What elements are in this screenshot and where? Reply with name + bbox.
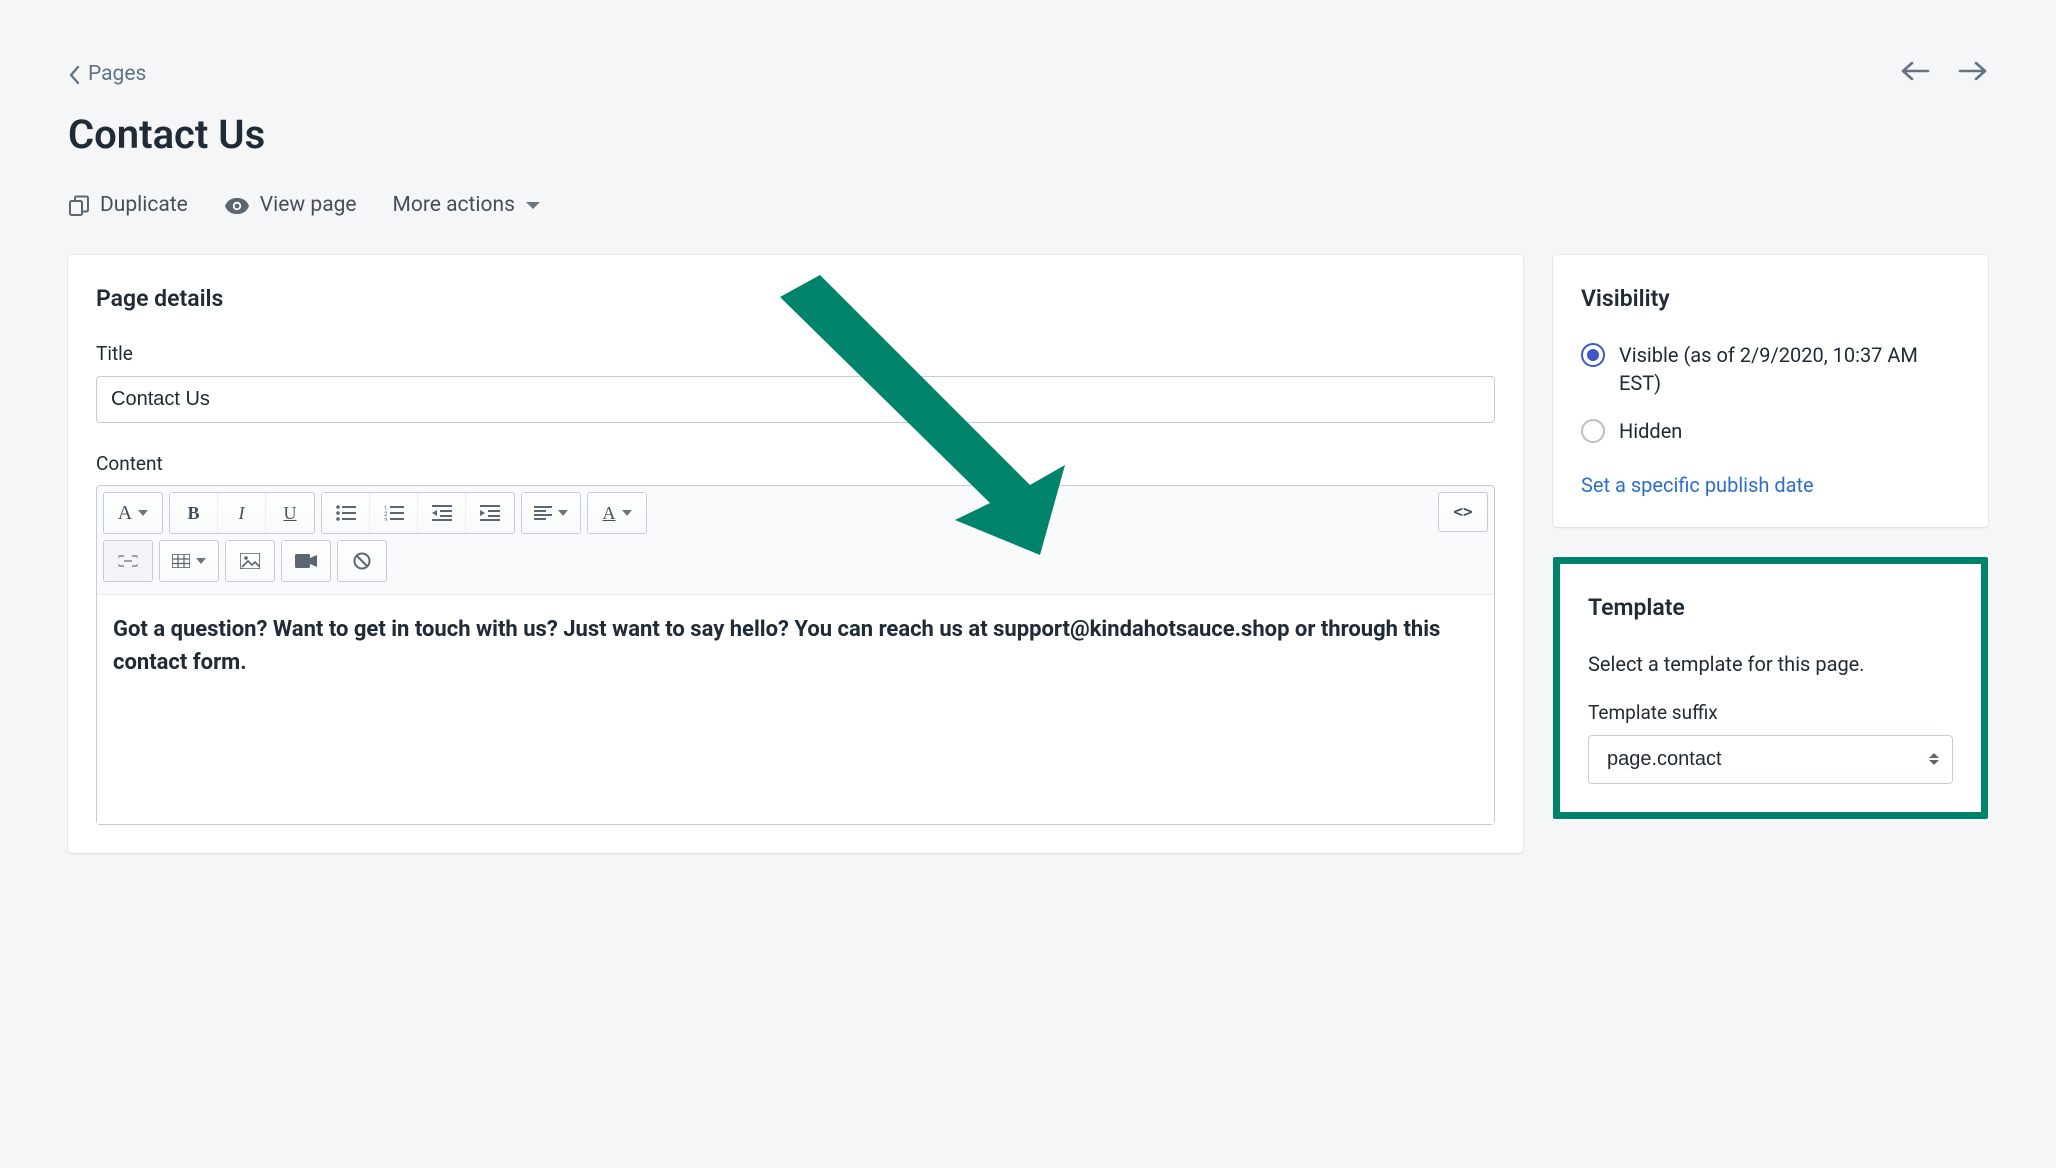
duplicate-icon bbox=[68, 195, 90, 217]
table-icon bbox=[172, 554, 190, 568]
more-actions-button[interactable]: More actions bbox=[393, 191, 541, 220]
visibility-visible-radio[interactable]: Visible (as of 2/9/2020, 10:37 AM EST) bbox=[1581, 341, 1960, 397]
set-publish-date-link[interactable]: Set a specific publish date bbox=[1581, 471, 1814, 499]
title-input[interactable] bbox=[96, 376, 1495, 423]
align-left-icon bbox=[534, 506, 552, 520]
template-suffix-select[interactable] bbox=[1588, 735, 1953, 784]
indent-button[interactable] bbox=[466, 493, 514, 533]
link-icon bbox=[118, 555, 138, 567]
image-icon bbox=[240, 553, 260, 569]
content-body[interactable]: Got a question? Want to get in touch wit… bbox=[97, 594, 1494, 824]
video-button[interactable] bbox=[282, 541, 330, 581]
code-view-toggle[interactable]: <> bbox=[1438, 492, 1488, 532]
numbered-list-button[interactable]: 123 bbox=[370, 493, 418, 533]
visibility-hidden-label: Hidden bbox=[1619, 417, 1682, 445]
eye-icon bbox=[224, 197, 250, 215]
format-dropdown[interactable]: A bbox=[104, 493, 162, 533]
caret-down-icon bbox=[138, 510, 148, 516]
view-page-label: View page bbox=[260, 191, 357, 220]
arrow-right-icon bbox=[1958, 60, 1988, 82]
view-page-button[interactable]: View page bbox=[224, 191, 357, 220]
indent-icon bbox=[480, 505, 500, 521]
page-details-heading: Page details bbox=[96, 283, 1495, 315]
caret-down-icon bbox=[196, 558, 206, 564]
outdent-icon bbox=[432, 505, 452, 521]
svg-text:3: 3 bbox=[384, 517, 387, 521]
bullet-list-icon bbox=[336, 505, 356, 521]
align-dropdown[interactable] bbox=[522, 493, 580, 533]
caret-down-icon bbox=[525, 201, 541, 211]
outdent-button[interactable] bbox=[418, 493, 466, 533]
breadcrumb-pages[interactable]: Pages bbox=[68, 60, 541, 89]
visibility-hidden-radio[interactable]: Hidden bbox=[1581, 417, 1960, 445]
radio-unselected-icon bbox=[1581, 419, 1605, 443]
more-actions-label: More actions bbox=[393, 191, 515, 220]
template-heading: Template bbox=[1588, 592, 1953, 624]
next-page-button[interactable] bbox=[1958, 60, 1988, 89]
chevron-left-icon bbox=[68, 64, 82, 86]
page-title: Contact Us bbox=[68, 107, 541, 163]
italic-button[interactable]: I bbox=[218, 493, 266, 533]
title-label: Title bbox=[96, 341, 1495, 368]
template-highlight: Template Select a template for this page… bbox=[1553, 557, 1988, 819]
numbered-list-icon: 123 bbox=[384, 505, 404, 521]
content-label: Content bbox=[96, 451, 1495, 478]
breadcrumb-label: Pages bbox=[88, 60, 146, 89]
duplicate-label: Duplicate bbox=[100, 191, 188, 220]
link-button[interactable] bbox=[104, 541, 152, 581]
table-dropdown[interactable] bbox=[160, 541, 218, 581]
bold-button[interactable]: B bbox=[170, 493, 218, 533]
prev-page-button[interactable] bbox=[1900, 60, 1930, 89]
underline-button[interactable]: U bbox=[266, 493, 314, 533]
duplicate-button[interactable]: Duplicate bbox=[68, 191, 188, 220]
caret-down-icon bbox=[558, 510, 568, 516]
template-suffix-label: Template suffix bbox=[1588, 700, 1953, 727]
visibility-visible-label: Visible (as of 2/9/2020, 10:37 AM EST) bbox=[1619, 341, 1960, 397]
image-button[interactable] bbox=[226, 541, 274, 581]
clear-format-button[interactable] bbox=[338, 541, 386, 581]
visibility-card: Visibility Visible (as of 2/9/2020, 10:3… bbox=[1553, 255, 1988, 527]
no-entry-icon bbox=[353, 552, 371, 570]
page-details-card: Page details Title Content bbox=[68, 255, 1523, 853]
rich-text-editor: A B I U bbox=[96, 485, 1495, 825]
template-card: Template Select a template for this page… bbox=[1560, 564, 1981, 812]
template-helper: Select a template for this page. bbox=[1588, 650, 1953, 678]
bullet-list-button[interactable] bbox=[322, 493, 370, 533]
text-color-dropdown[interactable]: A bbox=[588, 493, 646, 533]
radio-selected-icon bbox=[1581, 343, 1605, 367]
arrow-left-icon bbox=[1900, 60, 1930, 82]
visibility-heading: Visibility bbox=[1581, 283, 1960, 315]
caret-down-icon bbox=[622, 510, 632, 516]
video-icon bbox=[295, 554, 317, 568]
